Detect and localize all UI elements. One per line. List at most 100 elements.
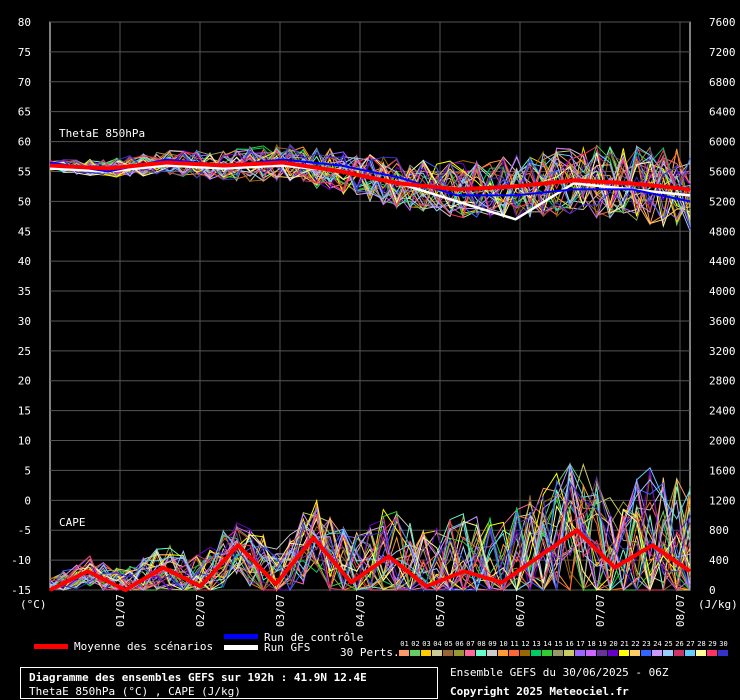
y-left-tick-label: 30 [18, 315, 31, 328]
pert-swatch-28 [696, 650, 706, 656]
y-left-tick-label: -15 [11, 584, 31, 597]
y-right-tick-label: 5200 [709, 195, 736, 208]
pert-swatch-04 [432, 650, 442, 656]
legend-control-swatch [224, 634, 258, 639]
x-axis-labels: 01/07 02/07 03/07 04/07 05/07 06/07 07/07 08/07 [114, 594, 687, 627]
y-left-unit: (°C) [20, 598, 47, 611]
x-tick-label: 07/07 [594, 594, 607, 627]
pert-swatch-17 [575, 650, 585, 656]
y-right-tick-label: 6800 [709, 76, 736, 89]
pert-swatch-15 [553, 650, 563, 656]
pert-swatch-10 [498, 650, 508, 656]
pert-number-19: 19 [598, 640, 607, 648]
y-right-tick-label: 4000 [709, 285, 736, 298]
pert-number-28: 28 [697, 640, 706, 648]
pert-number-02: 02 [411, 640, 420, 648]
legend-perts-label: 30 Perts. [340, 646, 400, 659]
y-left-tick-label: 75 [18, 46, 31, 59]
pert-swatch-26 [674, 650, 684, 656]
pert-number-29: 29 [708, 640, 717, 648]
pert-swatch-29 [707, 650, 717, 656]
pert-number-22: 22 [631, 640, 640, 648]
y-left-tick-label: 40 [18, 255, 31, 268]
ensemble-chart: 80757065605550454035302520151050-5-10-15… [11, 16, 738, 627]
pert-number-30: 30 [719, 640, 728, 648]
pert-swatch-11 [509, 650, 519, 656]
y-right-tick-label: 2400 [709, 405, 736, 418]
pert-number-17: 17 [576, 640, 585, 648]
y-left-tick-label: 35 [18, 285, 31, 298]
pert-swatch-01 [399, 650, 409, 656]
pert-number-26: 26 [675, 640, 684, 648]
y-left-tick-label: 15 [18, 405, 31, 418]
y-right-tick-label: 7200 [709, 46, 736, 59]
pert-number-04: 04 [433, 640, 442, 648]
legend-gfs-swatch [224, 645, 258, 650]
pert-number-01: 01 [400, 640, 409, 648]
pert-number-25: 25 [664, 640, 673, 648]
y-right-tick-label: 400 [709, 554, 729, 567]
y-right-tick-label: 1200 [709, 494, 736, 507]
pert-number-27: 27 [686, 640, 695, 648]
pert-swatch-02 [410, 650, 420, 656]
y-left-tick-label: 20 [18, 375, 31, 388]
x-tick-label: 04/07 [354, 594, 367, 627]
pert-swatch-24 [652, 650, 662, 656]
pert-swatch-18 [586, 650, 596, 656]
y-right-tick-label: 800 [709, 524, 729, 537]
pert-swatch-12 [520, 650, 530, 656]
pert-number-05: 05 [444, 640, 453, 648]
pert-swatch-08 [476, 650, 486, 656]
y-left-tick-label: -5 [18, 524, 31, 537]
x-tick-label: 02/07 [194, 594, 207, 627]
y-right-tick-label: 1600 [709, 464, 736, 477]
pert-swatch-14 [542, 650, 552, 656]
pert-number-08: 08 [477, 640, 486, 648]
pert-number-09: 09 [488, 640, 497, 648]
pert-number-15: 15 [554, 640, 563, 648]
x-tick-label: 06/07 [514, 594, 527, 627]
y-right-tick-label: 3600 [709, 315, 736, 328]
y-left-tick-label: 65 [18, 106, 31, 119]
pert-number-11: 11 [510, 640, 519, 648]
pert-swatch-23 [641, 650, 651, 656]
pert-number-03: 03 [422, 640, 431, 648]
pert-swatch-16 [564, 650, 574, 656]
y-left-tick-label: 45 [18, 225, 31, 238]
pert-swatch-27 [685, 650, 695, 656]
footer-title: Diagramme des ensembles GEFS sur 192h : … [29, 671, 367, 684]
pert-number-12: 12 [521, 640, 530, 648]
pert-swatch-30 [718, 650, 728, 656]
x-tick-label: 05/07 [434, 594, 447, 627]
y-right-tick-label: 0 [709, 584, 716, 597]
pert-number-23: 23 [642, 640, 651, 648]
legend-mean-label: Moyenne des scénarios [74, 640, 214, 653]
x-tick-label: 03/07 [274, 594, 287, 627]
y-right-tick-label: 2000 [709, 435, 736, 448]
cape-title: CAPE [59, 516, 86, 529]
y-right-tick-label: 4400 [709, 255, 736, 268]
copyright: Copyright 2025 Meteociel.fr [450, 685, 629, 698]
y-right-tick-label: 6000 [709, 136, 736, 149]
y-left-tick-label: 80 [18, 16, 31, 29]
legend-mean-swatch [34, 644, 68, 649]
pert-swatch-06 [454, 650, 464, 656]
y-axis-right: 7600720068006400600056005200480044004000… [709, 16, 736, 597]
footer-box: Diagramme des ensembles GEFS sur 192h : … [20, 667, 438, 699]
pert-number-24: 24 [653, 640, 662, 648]
y-right-tick-label: 5600 [709, 165, 736, 178]
y-left-tick-label: 70 [18, 76, 31, 89]
pert-number-10: 10 [499, 640, 508, 648]
pert-number-07: 07 [466, 640, 475, 648]
y-left-tick-label: -10 [11, 554, 31, 567]
y-right-unit: (J/kg) [698, 598, 738, 611]
y-right-tick-label: 4800 [709, 225, 736, 238]
y-right-tick-label: 2800 [709, 375, 736, 388]
legend-gfs-label: Run GFS [264, 641, 311, 654]
thetae-title: ThetaE 850hPa [59, 127, 145, 140]
x-tick-label: 08/07 [674, 594, 687, 627]
pert-swatch-22 [630, 650, 640, 656]
footer-subtitle: ThetaE 850hPa (°C) , CAPE (J/kg) [29, 685, 241, 698]
y-left-tick-label: 10 [18, 435, 31, 448]
y-axis-left: 80757065605550454035302520151050-5-10-15 [11, 16, 31, 597]
